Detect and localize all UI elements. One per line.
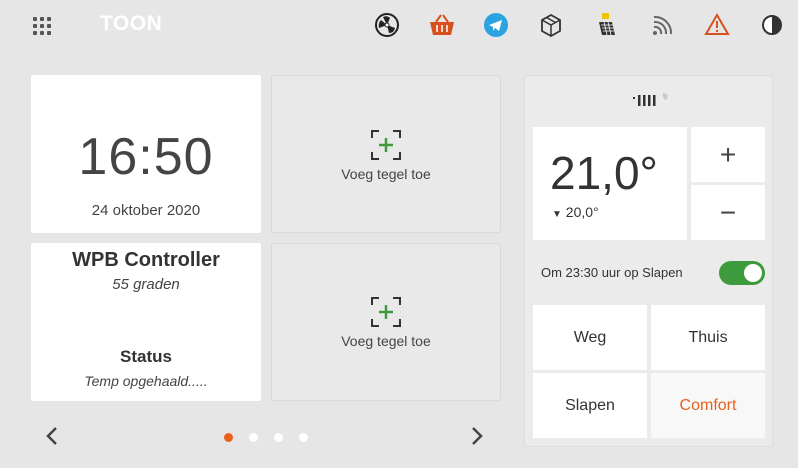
page-dot[interactable] — [224, 433, 233, 442]
add-tile-icon — [371, 297, 401, 327]
basket-icon[interactable] — [428, 12, 454, 38]
status-title: Status — [120, 347, 172, 366]
box-icon[interactable] — [538, 12, 564, 38]
setpoint-temperature: ▼ 20,0° — [552, 204, 599, 220]
preset-button-slapen[interactable]: Slapen — [533, 373, 647, 438]
temperature-plus-button[interactable]: + — [691, 127, 765, 182]
preset-button-comfort[interactable]: Comfort — [651, 373, 765, 438]
setpoint-value: 20,0° — [565, 204, 599, 220]
page-dot[interactable] — [299, 433, 308, 442]
preset-button-weg[interactable]: Weg — [533, 305, 647, 370]
status-value: Temp opgehaald..... — [84, 373, 208, 389]
previous-page-icon[interactable] — [44, 426, 60, 451]
add-tile-label: Voeg tegel toe — [341, 333, 431, 349]
program-text: Om 23:30 uur op Slapen — [541, 265, 683, 280]
telegram-icon[interactable] — [483, 12, 509, 38]
fan-icon[interactable] — [374, 12, 400, 38]
heating-radiator-icon — [633, 86, 673, 113]
wifi-icon[interactable] — [650, 12, 676, 38]
warning-icon[interactable] — [704, 12, 730, 38]
wpb-subtitle: 55 graden — [112, 276, 180, 293]
toon-logo: TOON — [100, 12, 163, 35]
page-dot[interactable] — [274, 433, 283, 442]
add-tile-label: Voeg tegel toe — [341, 166, 431, 182]
solar-panel-icon[interactable] — [594, 12, 620, 38]
down-arrow-icon: ▼ — [552, 209, 562, 220]
add-tile-icon — [371, 130, 401, 160]
wpb-title: WPB Controller — [72, 249, 220, 271]
clock-tile[interactable]: 16:50 24 oktober 2020 — [31, 75, 261, 233]
add-tile-button[interactable]: Voeg tegel toe — [271, 243, 501, 401]
preset-button-thuis[interactable]: Thuis — [651, 305, 765, 370]
contrast-icon[interactable] — [759, 12, 785, 38]
program-toggle[interactable] — [719, 261, 765, 285]
add-tile-button[interactable]: Voeg tegel toe — [271, 75, 501, 233]
menu-grid-icon[interactable] — [33, 17, 51, 35]
temperature-minus-button[interactable]: − — [691, 185, 765, 240]
wpb-controller-tile[interactable]: WPB Controller 55 graden Status Temp opg… — [31, 243, 261, 401]
current-temperature: 21,0° — [550, 147, 658, 199]
page-dot[interactable] — [249, 433, 258, 442]
clock-time: 16:50 — [78, 128, 214, 186]
clock-date: 24 oktober 2020 — [91, 202, 201, 219]
next-page-icon[interactable] — [469, 426, 485, 451]
